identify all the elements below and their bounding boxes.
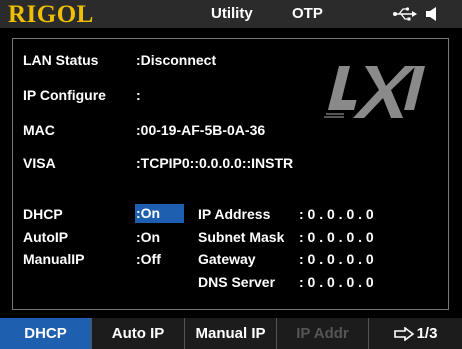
manualip-label: ManualIP bbox=[23, 251, 85, 267]
autoip-value[interactable]: :On bbox=[136, 229, 160, 245]
menu-title: Utility bbox=[211, 5, 253, 22]
speaker-icon bbox=[425, 6, 439, 27]
dhcp-value[interactable]: :On bbox=[135, 204, 185, 223]
ip-configure-value: : bbox=[136, 87, 141, 103]
otp-indicator: OTP bbox=[292, 5, 323, 22]
gateway-label: Gateway bbox=[198, 251, 256, 267]
mac-value: :00-19-AF-5B-0A-36 bbox=[136, 122, 266, 138]
softkey-dhcp-label: DHCP bbox=[24, 325, 67, 342]
softkey-auto-ip-label: Auto IP bbox=[111, 325, 165, 342]
ip-address-value: : 0 . 0 . 0 . 0 bbox=[299, 206, 374, 222]
page-indicator: 1/3 bbox=[416, 325, 438, 342]
ip-configure-label: IP Configure bbox=[23, 87, 106, 103]
usb-icon bbox=[393, 6, 417, 27]
gateway-value: : 0 . 0 . 0 . 0 bbox=[299, 251, 374, 267]
softkey-auto-ip[interactable]: Auto IP bbox=[92, 318, 185, 349]
visa-value: :TCPIP0::0.0.0.0::INSTR bbox=[136, 155, 294, 171]
visa-label: VISA bbox=[23, 155, 56, 171]
dhcp-label: DHCP bbox=[23, 206, 63, 222]
ip-address-label: IP Address bbox=[198, 206, 271, 222]
dns-server-label: DNS Server bbox=[198, 274, 276, 290]
dns-server-value: : 0 . 0 . 0 . 0 bbox=[299, 274, 374, 290]
title-bar: RIGOL Utility OTP bbox=[0, 0, 462, 28]
autoip-label: AutoIP bbox=[23, 229, 69, 245]
lxi-logo bbox=[318, 62, 438, 127]
manualip-value[interactable]: :Off bbox=[136, 251, 161, 267]
softkey-manual-ip-label: Manual IP bbox=[195, 325, 266, 342]
softkey-ip-addr: IP Addr bbox=[277, 318, 369, 349]
mac-label: MAC bbox=[23, 122, 55, 138]
softkey-bar: DHCP Auto IP Manual IP IP Addr 1/3 bbox=[0, 318, 462, 349]
subnet-mask-value: : 0 . 0 . 0 . 0 bbox=[299, 229, 374, 245]
lan-status-value: :Disconnect bbox=[136, 52, 217, 68]
softkey-ip-addr-label: IP Addr bbox=[296, 325, 349, 342]
subnet-mask-label: Subnet Mask bbox=[198, 229, 285, 245]
softkey-dhcp[interactable]: DHCP bbox=[0, 318, 92, 349]
softkey-next-page[interactable]: 1/3 bbox=[369, 318, 462, 349]
lan-status-label: LAN Status bbox=[23, 52, 99, 68]
softkey-manual-ip[interactable]: Manual IP bbox=[185, 318, 277, 349]
next-page-arrow-icon bbox=[393, 325, 414, 342]
rigol-logo: RIGOL bbox=[8, 1, 94, 28]
